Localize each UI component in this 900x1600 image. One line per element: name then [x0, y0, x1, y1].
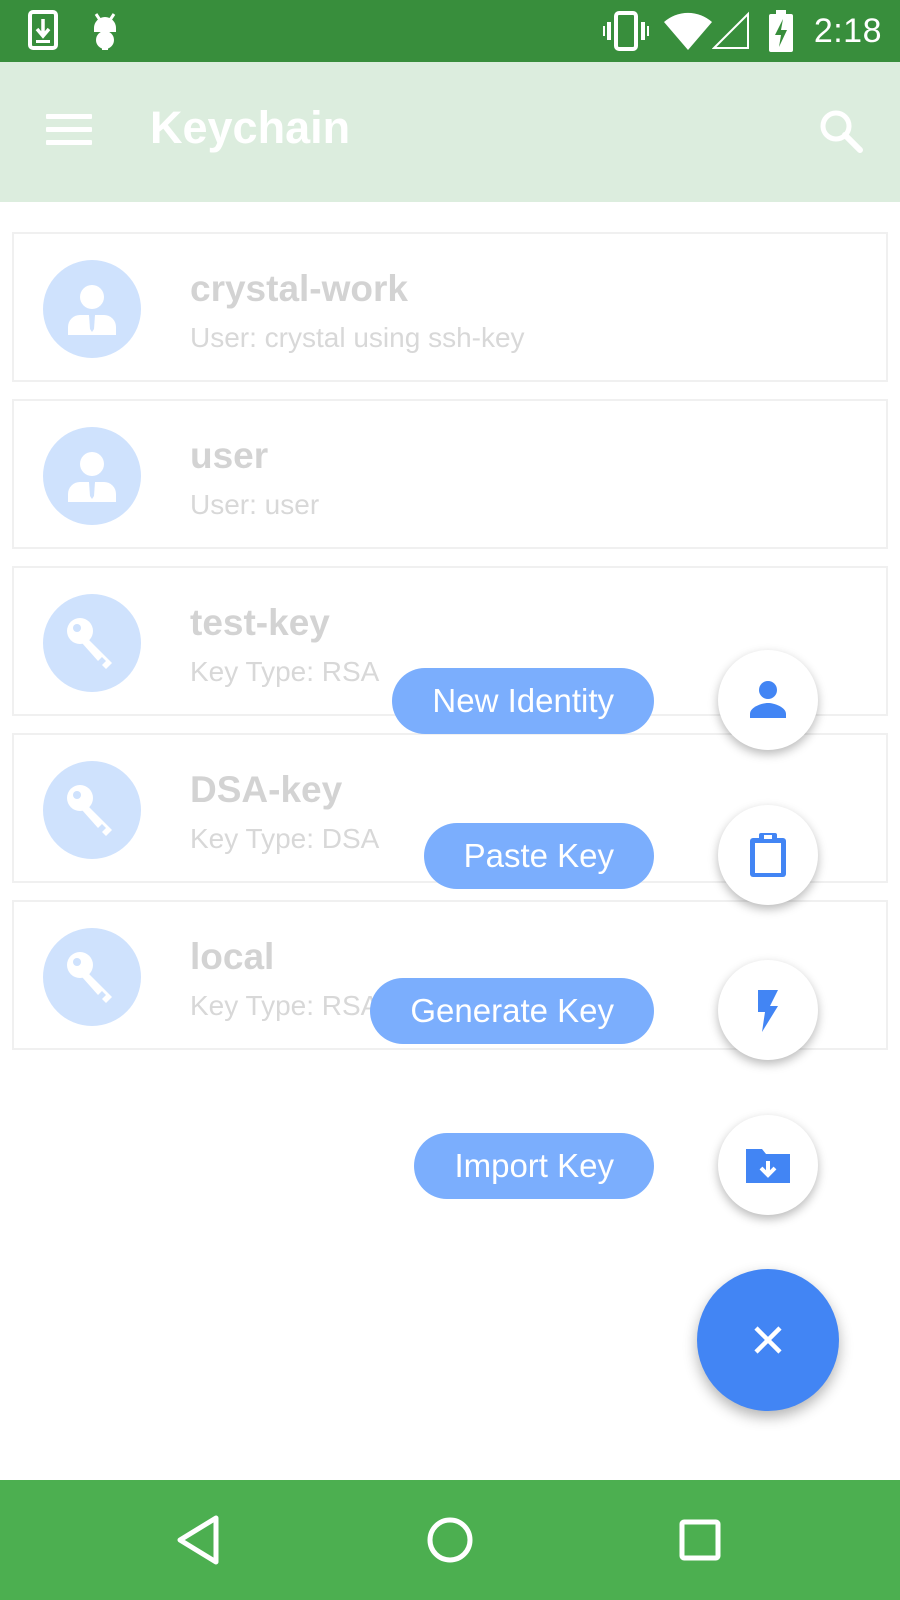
- close-icon: [754, 1326, 782, 1354]
- android-icon: [88, 10, 122, 57]
- menu-icon: [46, 114, 92, 119]
- back-icon: [177, 1515, 219, 1565]
- recents-icon: [679, 1519, 721, 1561]
- download-icon: [28, 10, 62, 57]
- item-subtitle: User: crystal using ssh-key: [190, 322, 525, 353]
- navigation-bar: [0, 1480, 900, 1600]
- new-identity-label[interactable]: New Identity: [392, 668, 654, 734]
- battery-charging-icon: [768, 10, 794, 59]
- search-icon: [820, 110, 863, 153]
- folder-download-icon: [746, 1149, 790, 1183]
- speed-dial-import-key: Import Key: [0, 1115, 900, 1215]
- speed-dial-paste-key: Paste Key: [0, 805, 900, 905]
- speed-dial-generate-key: Generate Key: [0, 960, 900, 1060]
- import-key-label[interactable]: Import Key: [414, 1133, 654, 1199]
- home-icon: [427, 1517, 473, 1563]
- app-bar: Keychain: [0, 62, 900, 202]
- person-icon: [750, 681, 786, 718]
- signal-icon: [711, 10, 752, 57]
- generate-key-button[interactable]: [718, 960, 818, 1060]
- item-title: test-key: [190, 602, 330, 643]
- wifi-icon: [664, 10, 712, 57]
- clipboard-icon: [750, 833, 786, 877]
- home-button[interactable]: [420, 1510, 480, 1570]
- back-button[interactable]: [172, 1510, 232, 1570]
- page-title: Keychain: [150, 102, 351, 153]
- status-bar: 2:18: [0, 0, 900, 62]
- search-button[interactable]: [814, 104, 870, 160]
- lightning-icon: [758, 990, 778, 1032]
- status-time: 2:18: [813, 12, 882, 50]
- generate-key-label[interactable]: Generate Key: [370, 978, 654, 1044]
- item-subtitle: User: user: [190, 489, 320, 520]
- menu-button[interactable]: [36, 102, 106, 158]
- speed-dial-close-button[interactable]: [697, 1269, 839, 1411]
- item-title: user: [190, 435, 269, 476]
- list-item[interactable]: crystal-work User: crystal using ssh-key: [12, 232, 888, 382]
- paste-key-label[interactable]: Paste Key: [423, 823, 654, 889]
- import-key-button[interactable]: [718, 1115, 818, 1215]
- new-identity-button[interactable]: [718, 650, 818, 750]
- paste-key-button[interactable]: [718, 805, 818, 905]
- item-title: crystal-work: [190, 268, 408, 309]
- list-item[interactable]: user User: user: [12, 399, 888, 549]
- identity-icon: [43, 260, 141, 358]
- identity-icon: [43, 427, 141, 525]
- recents-button[interactable]: [670, 1510, 730, 1570]
- vibrate-icon: [603, 10, 649, 57]
- speed-dial-new-identity: New Identity: [0, 650, 900, 750]
